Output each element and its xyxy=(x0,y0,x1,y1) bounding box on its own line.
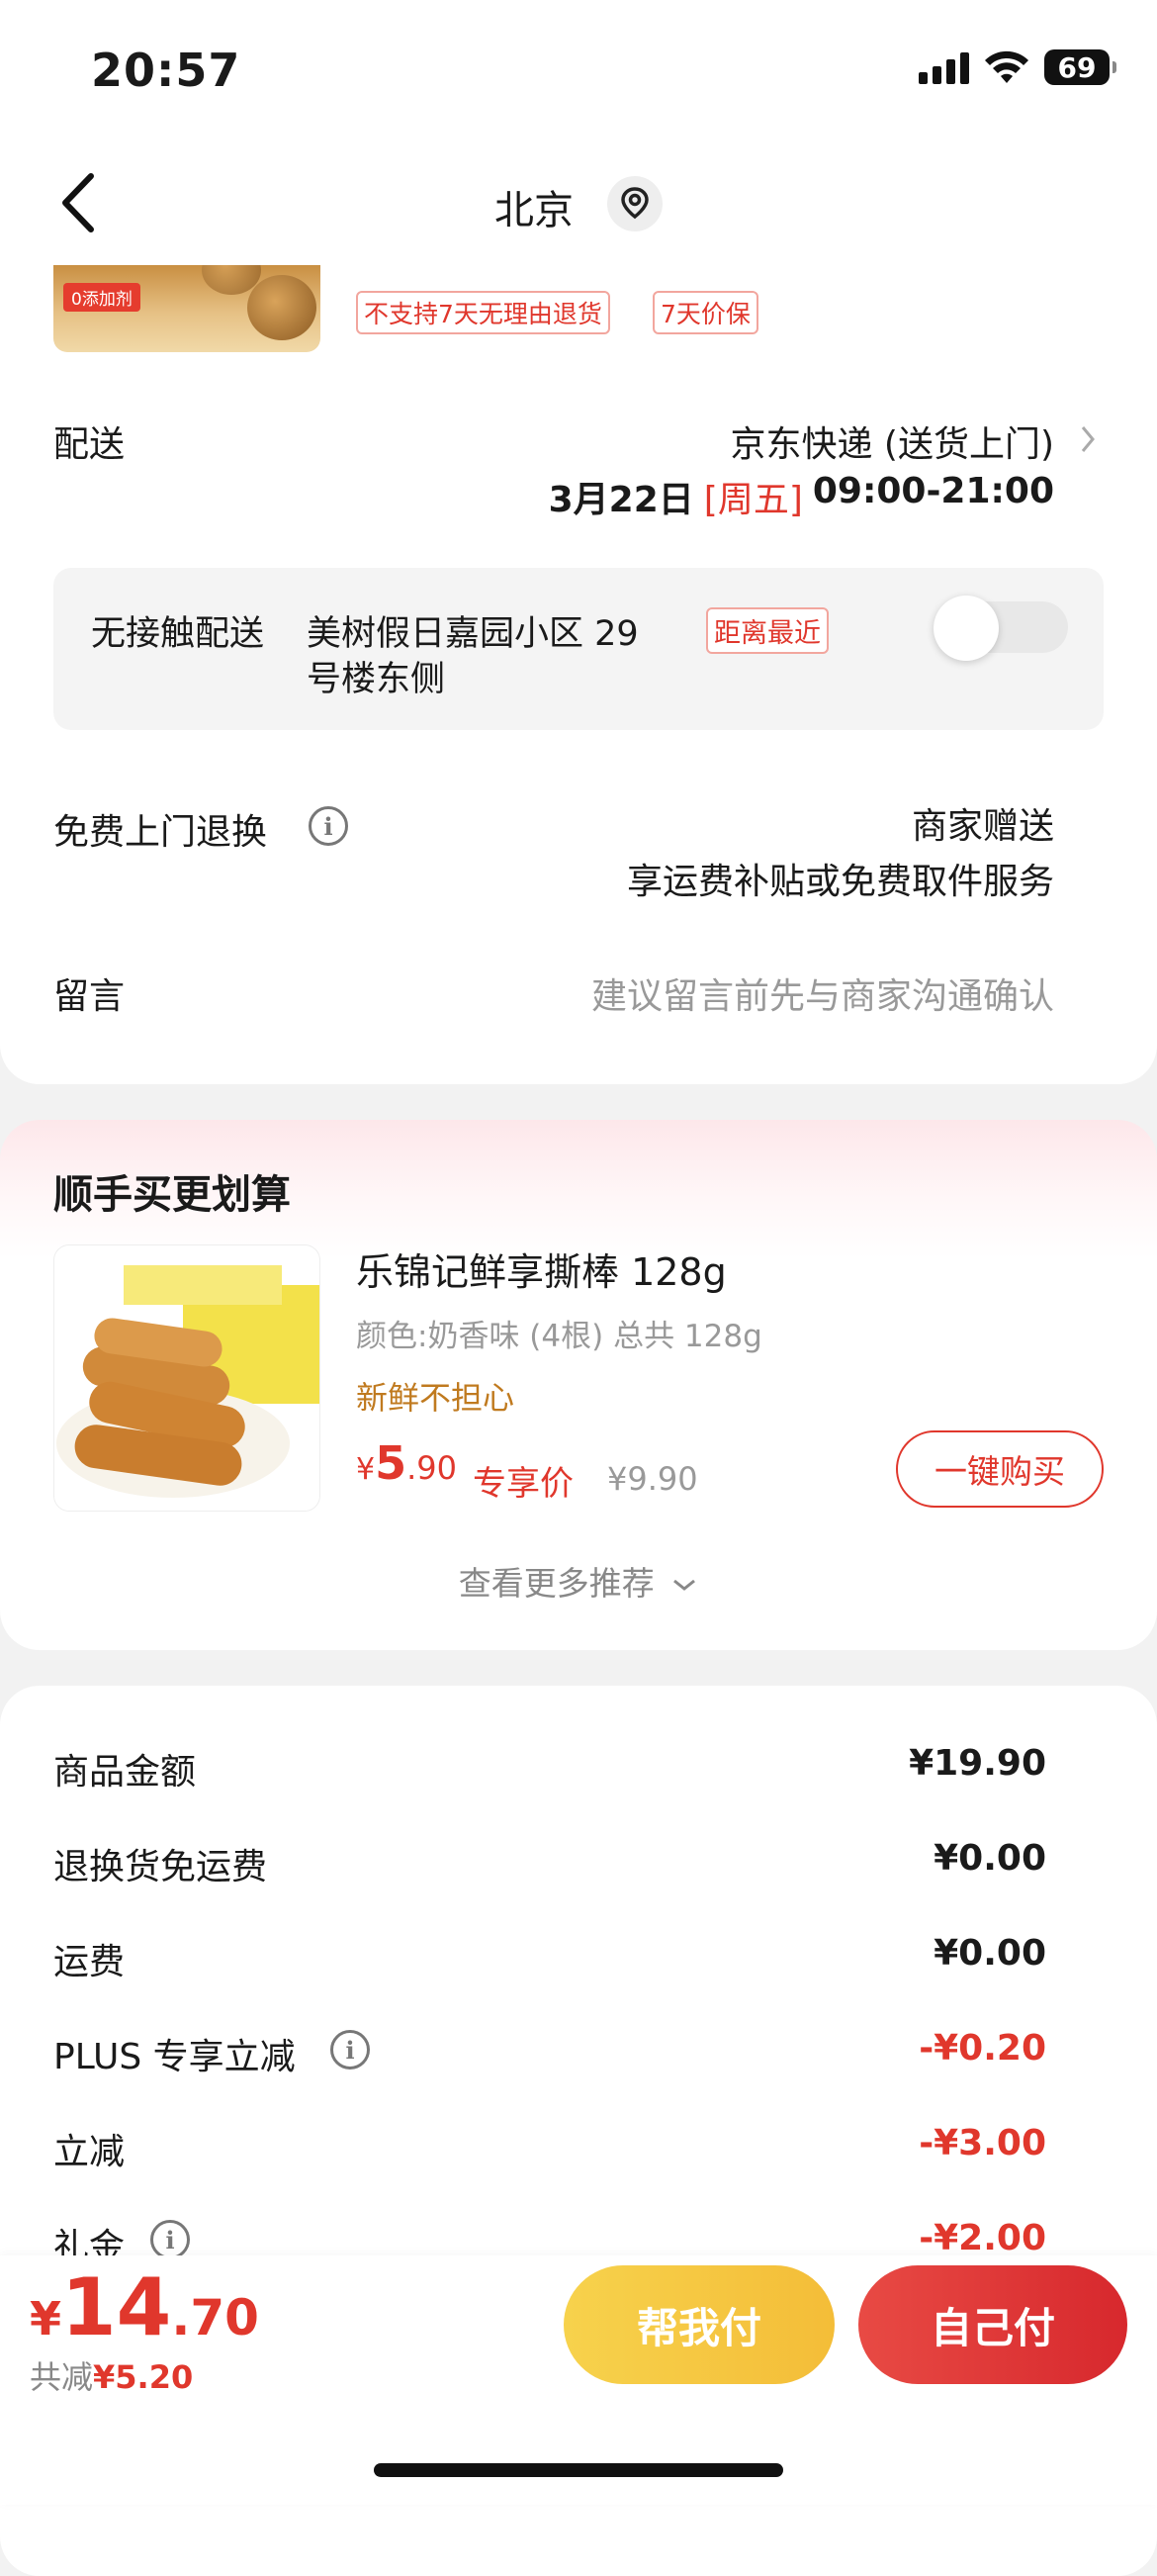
order-top-card xyxy=(0,0,1157,1084)
saved-label: 共减 xyxy=(30,2358,94,2396)
battery-icon: 69 xyxy=(1044,49,1116,85)
saved-value: ¥5.20 xyxy=(93,2358,194,2396)
recommend-product-spec: 颜色:奶香味 (4根) 总共 128g xyxy=(356,1319,762,1354)
signal-icon xyxy=(919,50,969,84)
summary-label-shipping: 运费 xyxy=(53,1942,126,1982)
delivery-time[interactable]: 3月22日 [周五] 09:00-21:00 xyxy=(549,471,1054,522)
contactless-label: 无接触配送 xyxy=(91,614,265,654)
free-return-value2: 享运费补贴或免费取件服务 xyxy=(626,862,1054,902)
delivery-method[interactable]: 京东快递 (送货上门) xyxy=(730,415,1054,467)
summary-value-gift: -¥2.00 xyxy=(919,2218,1046,2258)
help-pay-button[interactable]: 帮我付 xyxy=(564,2265,835,2384)
recommend-product-image[interactable] xyxy=(53,1244,320,1512)
more-recommend-label: 查看更多推荐 xyxy=(458,1564,655,1603)
total-price: ¥ 14 .70 xyxy=(30,2261,259,2353)
status-time: 20:57 xyxy=(91,44,241,97)
price-dec: .90 xyxy=(406,1449,457,1487)
recommend-title: 顺手买更划算 xyxy=(53,1172,291,1218)
recommend-price: ¥ 5 .90 xyxy=(356,1436,457,1490)
summary-value-goods: ¥19.90 xyxy=(909,1743,1046,1784)
delivery-window: 09:00-21:00 xyxy=(812,471,1054,511)
recommend-product-name[interactable]: 乐锦记鲜享撕棒 128g xyxy=(356,1242,727,1296)
total-symbol: ¥ xyxy=(30,2292,62,2346)
recommend-promo: 新鲜不担心 xyxy=(356,1379,515,1417)
price-int: 5 xyxy=(375,1436,407,1490)
status-icons: 69 xyxy=(919,49,1116,85)
wifi-icon xyxy=(985,50,1028,83)
page-title: 北京 xyxy=(494,188,574,233)
contactless-address-line1: 美树假日嘉园小区 29 xyxy=(307,614,639,654)
total-dec: .70 xyxy=(171,2289,259,2346)
more-recommend-button[interactable]: 查看更多推荐 xyxy=(0,1557,1157,1605)
total-saved: 共减¥5.20 xyxy=(30,2352,193,2398)
contactless-address-line2: 号楼东侧 xyxy=(307,660,446,699)
location-button[interactable] xyxy=(607,176,663,231)
info-icon[interactable]: i xyxy=(330,2030,370,2070)
summary-label-discount: 立减 xyxy=(53,2132,126,2172)
summary-label-plus: PLUS 专享立减 xyxy=(53,2037,296,2077)
summary-value-shipping: ¥0.00 xyxy=(934,1933,1046,1974)
bread-image xyxy=(56,1265,319,1498)
free-return-label: 免费上门退换 xyxy=(53,812,268,853)
info-icon[interactable]: i xyxy=(309,806,348,846)
price-symbol: ¥ xyxy=(356,1452,376,1487)
summary-value-plus: -¥0.20 xyxy=(919,2028,1046,2069)
exclusive-price-label: 专享价 xyxy=(473,1464,574,1504)
delivery-date: 3月22日 xyxy=(548,480,694,520)
toggle-knob[interactable] xyxy=(934,596,999,661)
chevron-left-icon xyxy=(62,173,94,232)
thumb-tag: 0添加剂 xyxy=(63,283,140,312)
summary-label-goods: 商品金额 xyxy=(53,1752,197,1793)
message-input[interactable]: 建议留言前先与商家沟通确认 xyxy=(591,967,1054,1019)
info-icon[interactable]: i xyxy=(150,2220,190,2259)
self-pay-button[interactable]: 自己付 xyxy=(858,2265,1127,2384)
summary-value-discount: -¥3.00 xyxy=(919,2123,1046,2163)
location-pin-icon xyxy=(621,187,649,220)
total-int: 14 xyxy=(61,2261,172,2353)
message-label: 留言 xyxy=(53,976,126,1017)
walnut-image xyxy=(247,275,316,340)
summary-value-return-fee: ¥0.00 xyxy=(934,1838,1046,1879)
chevron-right-icon xyxy=(1081,426,1095,452)
one-click-buy-button[interactable]: 一键购买 xyxy=(896,1430,1104,1508)
original-price: ¥9.90 xyxy=(607,1460,698,1498)
back-button[interactable] xyxy=(51,168,111,237)
home-indicator[interactable] xyxy=(374,2463,783,2477)
delivery-label: 配送 xyxy=(53,424,126,465)
summary-label-return-fee: 退换货免运费 xyxy=(53,1847,268,1887)
chevron-down-icon xyxy=(673,1579,696,1591)
price-protect-tag: 7天价保 xyxy=(653,291,758,334)
product-thumbnail[interactable]: 0添加剂 xyxy=(53,265,320,352)
nearest-badge: 距离最近 xyxy=(706,607,829,654)
no-return-tag: 不支持7天无理由退货 xyxy=(356,291,610,334)
free-return-value1: 商家赠送 xyxy=(911,806,1054,847)
delivery-weekday: [周五] xyxy=(703,480,803,520)
